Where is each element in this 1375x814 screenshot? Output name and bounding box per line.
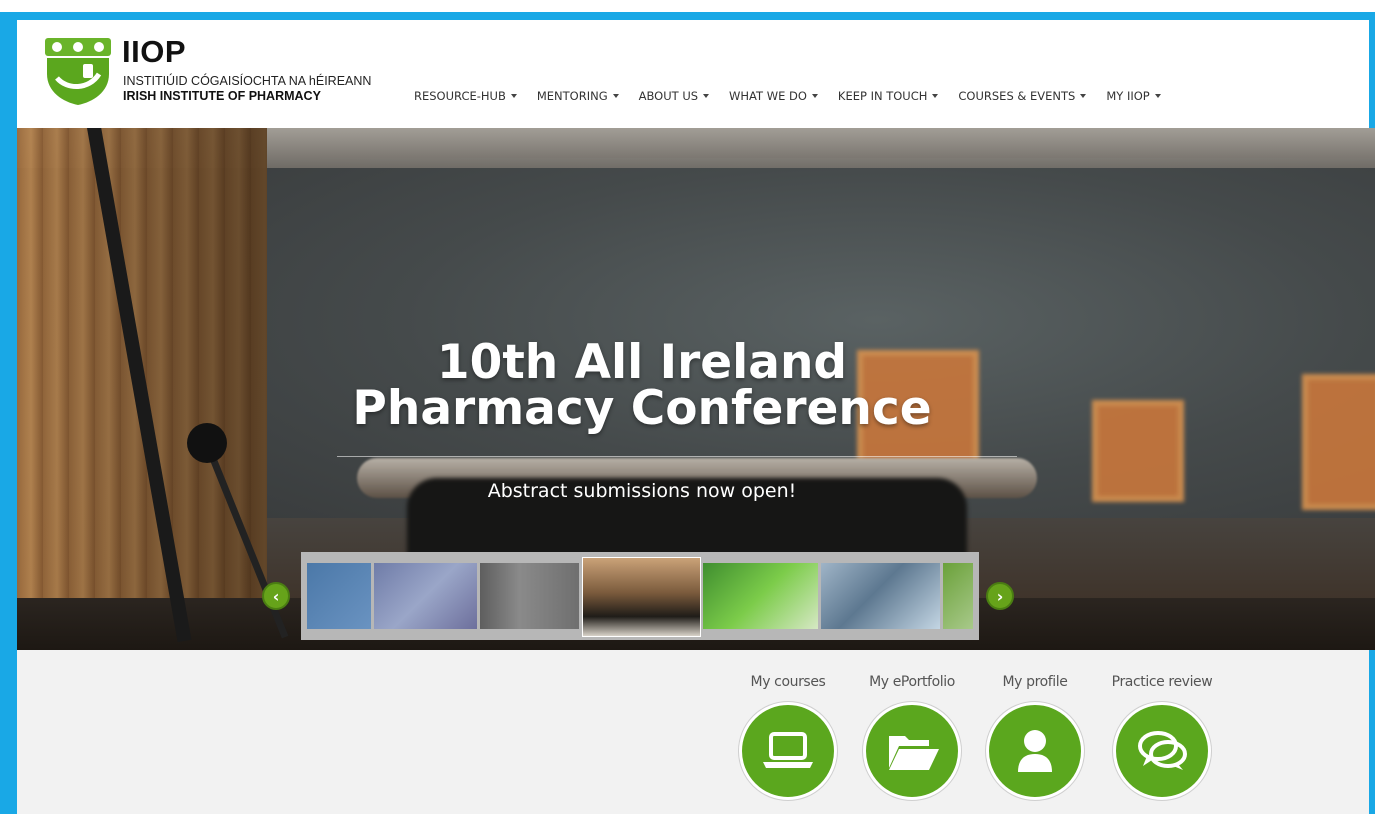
caret-down-icon <box>811 94 818 98</box>
caret-down-icon <box>1154 94 1161 98</box>
logo-subtitle-english: IRISH INSTITUTE OF PHARMACY <box>123 89 321 103</box>
carousel-thumbnail-active[interactable] <box>582 557 701 637</box>
carousel-thumbnail[interactable] <box>307 563 371 629</box>
iiop-logo[interactable]: IIOP INSTITIÚID CÓGAISÍOCHTA NA hÉIREANN… <box>43 34 383 114</box>
nav-courses-events[interactable]: COURSES & EVENTS <box>958 86 1087 106</box>
main-nav: RESOURCE-HUB MENTORING ABOUT US WHAT WE … <box>414 86 1181 106</box>
quick-link-label: My courses <box>750 674 826 690</box>
caret-down-icon <box>703 94 710 98</box>
carousel-thumbnail[interactable] <box>703 563 818 629</box>
nav-keep-in-touch[interactable]: KEEP IN TOUCH <box>837 86 939 106</box>
nav-mentoring[interactable]: MENTORING <box>537 86 619 106</box>
quick-link-practice-review[interactable]: Practice review <box>1102 674 1222 800</box>
hero-subtitle[interactable]: Abstract submissions now open! <box>317 480 967 502</box>
nav-label: RESOURCE-HUB <box>414 89 506 103</box>
background-frame <box>1092 400 1184 502</box>
hero-title[interactable]: 10th All Ireland Pharmacy Conference <box>317 339 967 432</box>
hero-divider <box>337 456 1017 457</box>
carousel-thumbnail[interactable] <box>821 563 940 629</box>
chat-bubbles-icon[interactable] <box>1113 702 1211 800</box>
carousel-prev-button[interactable]: ‹ <box>262 582 290 610</box>
hero-banner: 10th All Ireland Pharmacy Conference Abs… <box>17 128 1375 650</box>
caret-down-icon <box>1080 94 1087 98</box>
carousel-next-button[interactable]: › <box>986 582 1014 610</box>
logo-title: IIOP <box>122 34 187 69</box>
carousel-thumbnail[interactable] <box>374 563 477 629</box>
nav-label: ABOUT US <box>638 89 699 103</box>
quick-links-section: My courses My ePortfolio My profile Prac… <box>17 650 1369 814</box>
nav-what-we-do[interactable]: WHAT WE DO <box>729 86 818 106</box>
quick-link-my-profile[interactable]: My profile <box>975 674 1095 800</box>
laptop-icon[interactable] <box>739 702 837 800</box>
user-icon[interactable] <box>986 702 1084 800</box>
quick-link-my-eportfolio[interactable]: My ePortfolio <box>852 674 972 800</box>
nav-label: MY IIOP <box>1106 89 1150 103</box>
quick-link-label: My ePortfolio <box>869 674 955 690</box>
quick-link-my-courses[interactable]: My courses <box>728 674 848 800</box>
carousel-thumbnail[interactable] <box>480 563 579 629</box>
nav-about-us[interactable]: ABOUT US <box>638 86 710 106</box>
caret-down-icon <box>932 94 939 98</box>
carousel-thumbnails <box>301 552 979 640</box>
microphone-head <box>187 423 227 463</box>
nav-label: KEEP IN TOUCH <box>837 89 928 103</box>
background-frame <box>1302 374 1375 510</box>
nav-resource-hub[interactable]: RESOURCE-HUB <box>414 86 517 106</box>
nav-my-iiop[interactable]: MY IIOP <box>1106 86 1161 106</box>
quick-link-label: Practice review <box>1111 674 1213 690</box>
quick-link-label: My profile <box>1002 674 1068 690</box>
nav-label: COURSES & EVENTS <box>958 89 1076 103</box>
iiop-shield-icon <box>45 38 111 105</box>
caret-down-icon <box>510 94 517 98</box>
caret-down-icon <box>612 94 619 98</box>
nav-label: WHAT WE DO <box>729 89 807 103</box>
site-header: IIOP INSTITIÚID CÓGAISÍOCHTA NA hÉIREANN… <box>17 20 1369 128</box>
folder-open-icon[interactable] <box>863 702 961 800</box>
nav-label: MENTORING <box>536 89 608 103</box>
carousel-thumbnail[interactable] <box>943 563 973 629</box>
logo-subtitle-irish: INSTITIÚID CÓGAISÍOCHTA NA hÉIREANN <box>123 74 372 88</box>
